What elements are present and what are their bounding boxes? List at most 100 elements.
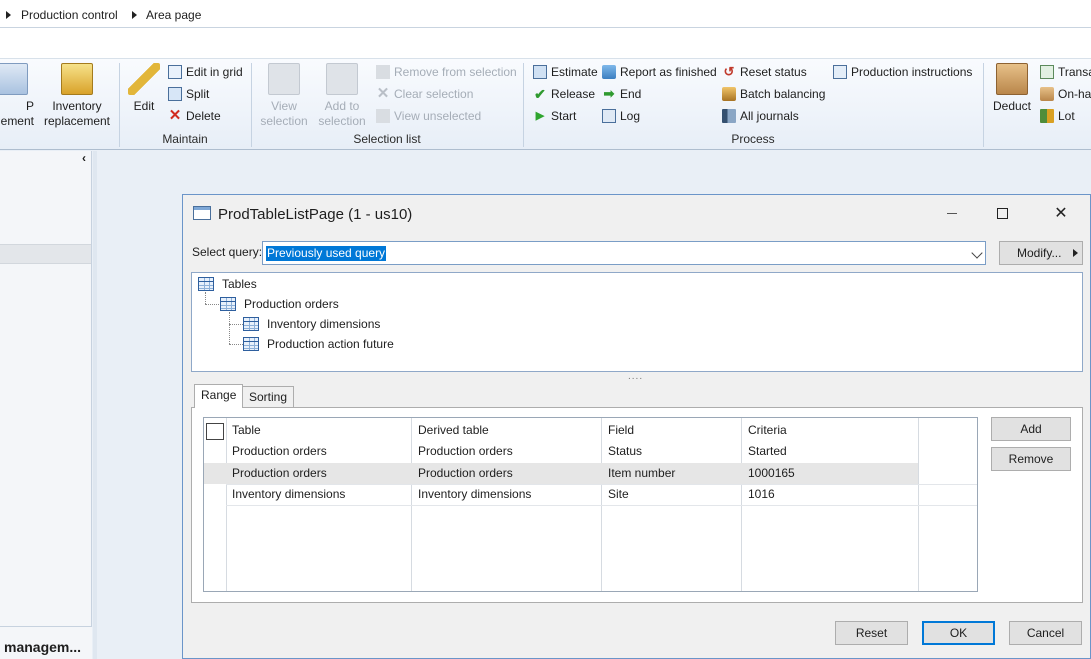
table-row[interactable]: Production orders Production orders Item… <box>204 463 918 484</box>
checkmark-icon: ✔ <box>534 86 546 102</box>
cell-derived-table[interactable]: Production orders <box>418 466 513 480</box>
box-icon <box>996 63 1028 95</box>
tree-node-label: Tables <box>222 277 257 291</box>
partial-button-line2: ement <box>0 114 34 128</box>
split-button[interactable]: Split <box>168 85 209 103</box>
column-header-criteria[interactable]: Criteria <box>748 423 787 437</box>
cell-field[interactable]: Item number <box>608 466 675 480</box>
navigation-pane <box>0 151 92 659</box>
report-as-finished-button[interactable]: Report as finished <box>602 63 717 81</box>
maintain-group-label: Maintain <box>162 132 208 146</box>
edit-in-grid-button[interactable]: Edit in grid <box>168 63 243 81</box>
cell-field[interactable]: Status <box>608 444 642 458</box>
breadcrumb-production-control[interactable]: Production control <box>21 8 118 22</box>
ok-button[interactable]: OK <box>922 621 995 645</box>
view-unselected-label: View unselected <box>394 109 482 123</box>
breadcrumb-area-page[interactable]: Area page <box>146 8 201 22</box>
cell-table[interactable]: Production orders <box>232 444 327 458</box>
transactions-button[interactable]: Transa <box>1040 63 1091 81</box>
cell-field[interactable]: Site <box>608 487 629 501</box>
pencil-icon <box>128 63 160 95</box>
cell-table[interactable]: Production orders <box>232 466 327 480</box>
tree-node-label: Production orders <box>244 297 339 311</box>
batch-balancing-button[interactable]: Batch balancing <box>722 85 825 103</box>
cell-table[interactable]: Inventory dimensions <box>232 487 345 501</box>
end-label: End <box>620 87 642 101</box>
split-label: Split <box>186 87 210 101</box>
chevron-down-icon[interactable] <box>971 247 983 259</box>
modify-button[interactable]: Modify... <box>999 241 1083 265</box>
tab-sorting[interactable]: Sorting <box>242 386 295 407</box>
tree-connector <box>229 312 230 344</box>
splitter-grip[interactable]: .... <box>628 371 643 382</box>
select-query-combobox[interactable]: Previously used query <box>262 241 986 265</box>
edit-label: Edit <box>133 99 155 113</box>
delete-button[interactable]: ✕ Delete <box>168 107 221 125</box>
tree-node-inventory-dimensions[interactable]: Inventory dimensions <box>243 317 380 331</box>
query-dialog: ProdTableListPage (1 - us10) ✕ Select qu… <box>182 194 1091 659</box>
table-row[interactable]: Production orders Production orders Stat… <box>204 441 977 462</box>
release-button[interactable]: ✔ Release <box>533 85 595 103</box>
end-button[interactable]: ➡ End <box>602 85 642 103</box>
pane-splitter[interactable] <box>93 151 97 659</box>
add-to-selection-button[interactable]: Add to selection <box>314 63 370 129</box>
navigation-item[interactable] <box>0 244 91 264</box>
select-all-checkbox[interactable] <box>206 423 224 440</box>
maximize-button[interactable] <box>979 199 1025 229</box>
release-label: Release <box>551 87 596 101</box>
tables-icon <box>198 277 214 291</box>
all-journals-button[interactable]: All journals <box>722 107 799 125</box>
lot-button[interactable]: Lot <box>1040 107 1075 125</box>
data-source-tree[interactable]: Tables Production orders Inventory dimen… <box>191 272 1083 372</box>
collapse-chevron-icon[interactable]: ‹ <box>82 152 92 164</box>
cancel-button[interactable]: Cancel <box>1009 621 1082 645</box>
column-header-table[interactable]: Table <box>232 423 261 437</box>
tree-node-production-action-future[interactable]: Production action future <box>243 337 394 351</box>
on-hand-button[interactable]: On-ha <box>1040 85 1091 103</box>
report-as-finished-label: Report as finished <box>620 65 717 79</box>
navigation-section[interactable]: managem... <box>0 626 92 659</box>
table-icon <box>243 337 259 351</box>
tree-connector <box>205 304 219 305</box>
tree-node-production-orders[interactable]: Production orders <box>220 297 339 311</box>
deduct-button[interactable]: Deduct <box>990 63 1034 114</box>
view-unselected-button[interactable]: View unselected <box>376 107 481 125</box>
start-button[interactable]: ▶ Start <box>533 107 577 125</box>
ribbon-tab-band <box>0 28 1091 58</box>
column-header-derived-table[interactable]: Derived table <box>418 423 489 437</box>
edit-button[interactable]: Edit <box>124 63 164 114</box>
view-selection-button[interactable]: View selection <box>256 63 312 129</box>
reset-button[interactable]: Reset <box>835 621 908 645</box>
cell-criteria[interactable]: 1016 <box>748 487 775 501</box>
tree-node-label: Inventory dimensions <box>267 317 381 331</box>
estimate-button[interactable]: Estimate <box>533 63 598 81</box>
transactions-icon <box>1040 65 1054 79</box>
minimize-button[interactable] <box>929 199 975 229</box>
grid-header-row: Table Derived table Field Criteria <box>204 420 977 441</box>
table-row[interactable]: Inventory dimensions Inventory dimension… <box>204 484 977 505</box>
log-button[interactable]: Log <box>602 107 640 125</box>
select-query-value: Previously used query <box>266 246 387 261</box>
cell-criteria[interactable]: Started <box>748 444 787 458</box>
tab-range[interactable]: Range <box>194 384 244 408</box>
reset-status-button[interactable]: ↺ Reset status <box>722 63 807 81</box>
remove-button[interactable]: Remove <box>991 447 1071 471</box>
cell-derived-table[interactable]: Inventory dimensions <box>418 487 531 501</box>
remove-from-selection-button[interactable]: Remove from selection <box>376 63 517 81</box>
range-grid[interactable]: Table Derived table Field Criteria Produ… <box>203 417 978 592</box>
table-icon <box>243 317 259 331</box>
add-button[interactable]: Add <box>991 417 1071 441</box>
partial-management-button[interactable]: P ement <box>0 63 34 129</box>
cell-derived-table[interactable]: Production orders <box>418 444 513 458</box>
clear-selection-button[interactable]: ✕ Clear selection <box>376 85 474 103</box>
close-button[interactable]: ✕ <box>1038 199 1084 229</box>
inventory-replacement-button[interactable]: Inventory replacement <box>40 63 114 129</box>
journals-icon <box>722 109 736 123</box>
action-pane: P ement Inventory replacement Edit Edit … <box>0 58 1091 150</box>
cell-criteria[interactable]: 1000165 <box>748 466 795 480</box>
tree-node-tables[interactable]: Tables <box>198 277 257 291</box>
column-header-field[interactable]: Field <box>608 423 634 437</box>
add-to-selection-line1: Add to <box>324 99 360 113</box>
clear-selection-label: Clear selection <box>394 87 474 101</box>
production-instructions-button[interactable]: Production instructions <box>833 63 972 81</box>
